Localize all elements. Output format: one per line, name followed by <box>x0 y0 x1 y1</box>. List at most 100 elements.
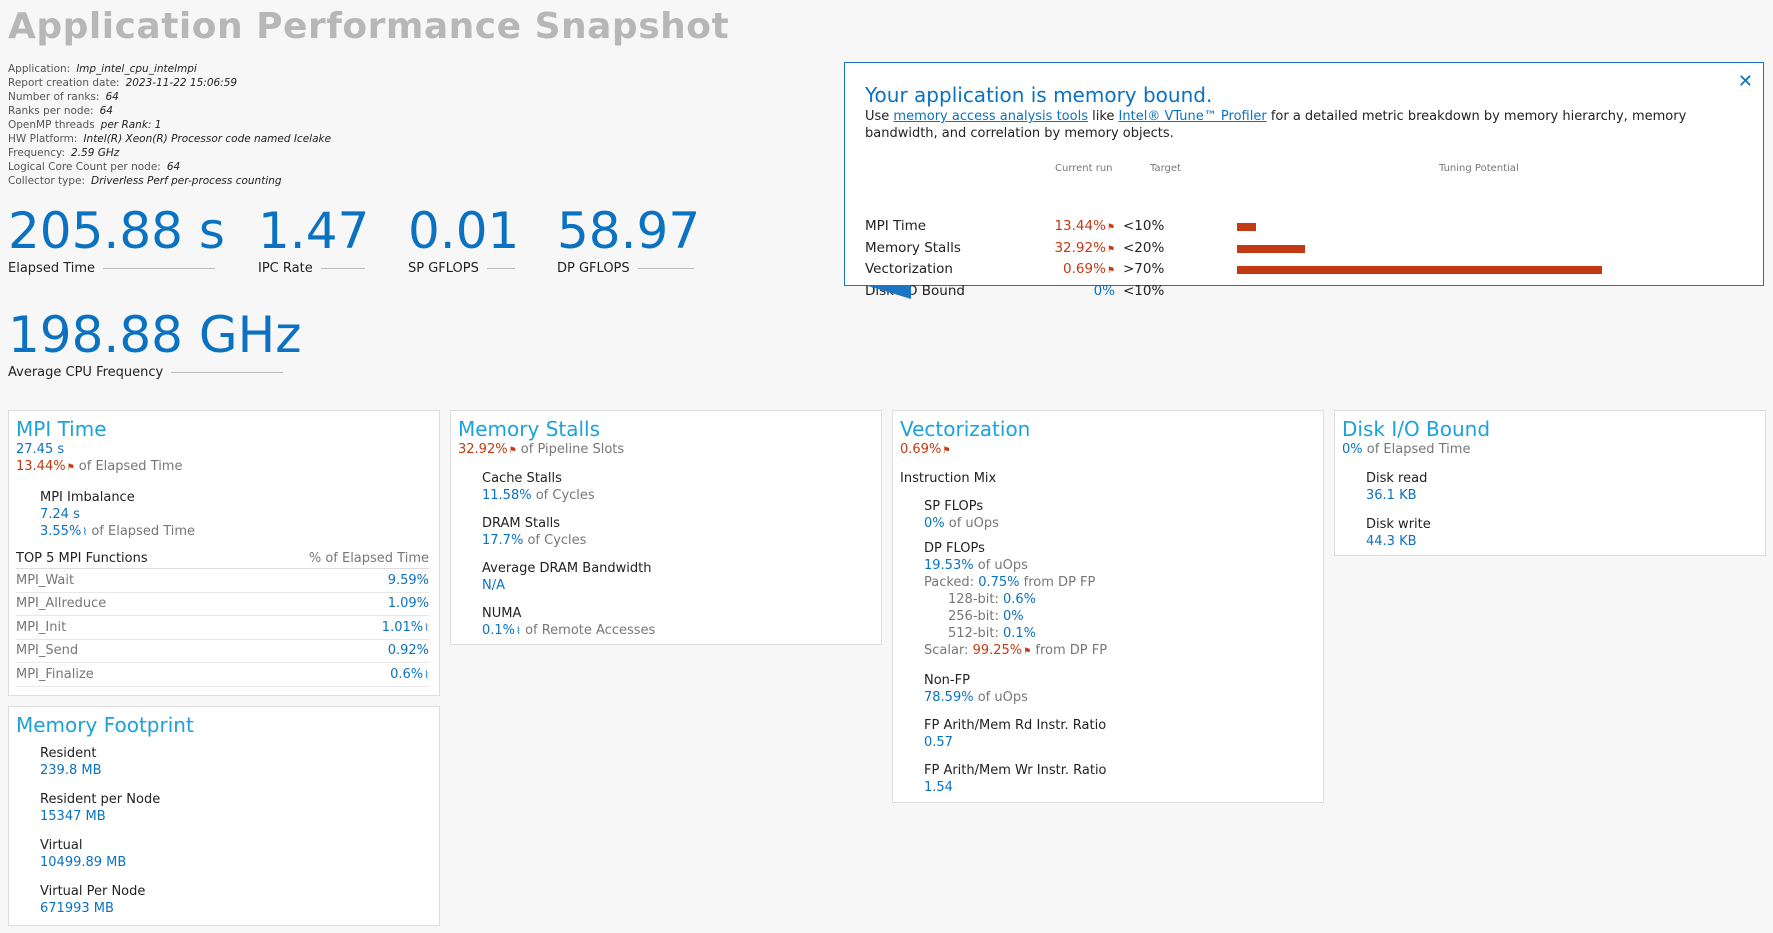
tuning-row-target: <10% <box>1123 218 1165 234</box>
dp-gflops-label: DP GFLOPS <box>557 261 630 276</box>
list-item: DRAM Stalls 17.7% of Cycles <box>482 515 881 549</box>
mpi-function-value: 0.92% <box>387 643 429 659</box>
list-item: Resident 239.8 MB <box>40 745 439 779</box>
footprint-label: Virtual <box>40 838 83 853</box>
meta-value: lmp_intel_cpu_intelmpi <box>76 63 197 75</box>
stall-label: NUMA <box>482 606 522 621</box>
mpi-time-pct: 13.44% <box>16 459 66 474</box>
b256-value: 0% <box>1003 609 1024 624</box>
b256-label: 256-bit: <box>948 609 999 624</box>
sp-flops-value: 0% <box>924 516 945 531</box>
meta-value: 2.59 GHz <box>71 147 120 159</box>
stall-value: N/A <box>482 578 505 593</box>
close-icon[interactable]: ✕ <box>1738 71 1753 92</box>
divider <box>320 268 365 269</box>
memory-access-link[interactable]: memory access analysis tools <box>893 109 1088 124</box>
packed-label: Packed: <box>924 575 975 590</box>
stall-suffix: of Remote Accesses <box>525 623 656 638</box>
sparkline-icon: ⌇ <box>516 626 521 637</box>
disk-io-panel: Disk I/O Bound 0% of Elapsed Time Disk r… <box>1334 410 1766 556</box>
table-row: MPI_Finalize 0.6%⌇ <box>16 663 429 687</box>
mpi-imbalance-time: 7.24 s <box>40 507 80 522</box>
flag-icon: ⚑ <box>1023 647 1032 657</box>
tuning-row-target: <20% <box>1123 239 1165 256</box>
dp-flops-label: DP FLOPs <box>924 541 985 556</box>
footprint-value: 671993 MB <box>40 901 114 916</box>
flag-icon: ⚑ <box>1106 223 1115 233</box>
page-title: Application Performance Snapshot <box>8 6 730 47</box>
callout-tail <box>865 285 911 299</box>
fp-wr-ratio-value: 1.54 <box>924 780 953 795</box>
meta-key: Collector type: <box>8 175 86 187</box>
table-row: MPI_Wait 9.59% <box>16 569 429 593</box>
tuning-row-current: 0% <box>1093 282 1115 299</box>
vectorization-panel: Vectorization 0.69%⚑ Instruction Mix SP … <box>892 410 1324 803</box>
stall-value: 0.1% <box>482 623 516 638</box>
stall-suffix: of Cycles <box>535 488 595 503</box>
b512-label: 512-bit: <box>948 626 999 641</box>
meta-key: HW Platform: <box>8 133 78 145</box>
stall-value: 11.58% <box>482 488 532 503</box>
header-target: Target <box>1150 163 1181 174</box>
scalar-suffix: from DP FP <box>1035 643 1108 658</box>
meta-key: Frequency: <box>8 147 66 159</box>
tuning-row-name: Vectorization <box>865 261 953 277</box>
flag-icon: ⚑ <box>1106 266 1115 276</box>
disk-io-title: Disk I/O Bound <box>1342 417 1491 441</box>
meta-row: Report creation date: 2023-11-22 15:06:59 <box>8 76 331 90</box>
callout-description: Use memory access analysis tools like In… <box>865 108 1745 142</box>
callout-title: Your application is memory bound. <box>865 83 1213 107</box>
flag-icon: ⚑ <box>942 446 951 456</box>
meta-row: Logical Core Count per node: 64 <box>8 160 331 174</box>
disk-write-label: Disk write <box>1366 517 1431 532</box>
disk-read-label: Disk read <box>1366 471 1428 486</box>
meta-key: OpenMP threads <box>8 119 95 131</box>
tuning-row: Disk I/O Bound 0% <10% <box>865 283 1745 303</box>
meta-value: 64 <box>99 105 113 117</box>
vtune-link[interactable]: Intel® VTune™ Profiler <box>1119 109 1267 124</box>
tuning-row-current: 32.92%⚑ <box>1054 239 1115 256</box>
meta-row: Frequency: 2.59 GHz <box>8 146 331 160</box>
meta-key: Application: <box>8 63 71 75</box>
non-fp-value: 78.59% <box>924 690 974 705</box>
dp-flops-suffix: of uOps <box>977 558 1028 573</box>
flag-icon: ⚑ <box>66 463 75 473</box>
tuning-row-current: 13.44%⚑ <box>1054 218 1115 234</box>
meta-row: OpenMP threads per Rank: 1 <box>8 118 331 132</box>
fp-rd-ratio-value: 0.57 <box>924 735 953 750</box>
tuning-row-name: Memory Stalls <box>865 239 961 256</box>
dp-gflops-metric: 58.97 DP GFLOPS <box>557 203 700 276</box>
memory-footprint-panel: Memory Footprint Resident 239.8 MB Residen… <box>8 706 440 926</box>
tuning-row-name: MPI Time <box>865 218 927 234</box>
b512-value: 0.1% <box>1003 626 1037 641</box>
instruction-mix-label: Instruction Mix <box>900 471 997 486</box>
flag-icon: ⚑ <box>1106 244 1115 255</box>
meta-value: Driverless Perf per-process counting <box>91 175 282 187</box>
cpu-frequency-label: Average CPU Frequency <box>8 365 164 380</box>
footprint-label: Resident per Node <box>40 792 161 807</box>
table-row: MPI_Init 1.01%⌇ <box>16 616 429 640</box>
scalar-label: Scalar: <box>924 643 969 658</box>
sparkline-icon: ⌇ <box>424 669 429 681</box>
footprint-value: 239.8 MB <box>40 763 102 778</box>
mpi-time-panel: MPI Time 27.45 s 13.44%⚑ of Elapsed Time… <box>8 410 440 696</box>
tuning-row: Memory Stalls 32.92%⚑ <20% <box>865 240 1745 260</box>
stall-suffix: of Cycles <box>527 533 587 548</box>
stall-label: Average DRAM Bandwidth <box>482 561 652 576</box>
sp-flops-suffix: of uOps <box>948 516 999 531</box>
meta-row: HW Platform: Intel(R) Xeon(R) Processor c… <box>8 132 331 146</box>
b128-value: 0.6% <box>1003 592 1037 607</box>
mpi-function-name: MPI_Send <box>16 643 79 659</box>
dp-gflops-value: 58.97 <box>557 202 701 260</box>
meta-key: Logical Core Count per node: <box>8 161 161 173</box>
fp-wr-ratio-label: FP Arith/Mem Wr Instr. Ratio <box>924 763 1107 778</box>
meta-value: 64 <box>105 91 119 103</box>
list-item: Resident per Node 15347 MB <box>40 791 439 825</box>
mpi-function-name: MPI_Allreduce <box>16 596 107 612</box>
table-row: MPI_Send 0.92% <box>16 640 429 663</box>
mpi-function-value: 9.59% <box>387 572 429 588</box>
memory-footprint-title: Memory Footprint <box>16 713 194 737</box>
list-item: Virtual 10499.89 MB <box>40 837 439 871</box>
disk-read-value: 36.1 KB <box>1366 488 1417 503</box>
meta-value: per Rank: 1 <box>100 119 162 131</box>
